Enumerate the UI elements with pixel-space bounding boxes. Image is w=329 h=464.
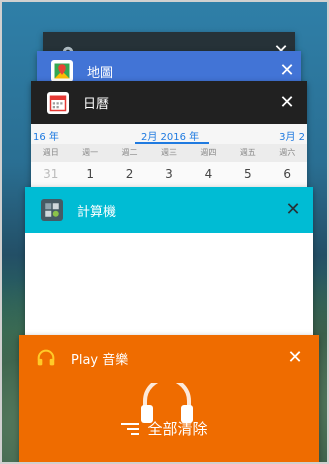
date-row: 31 1 2 3 4 5 6 [31,162,307,186]
month-strip: 16 年 2月 2016 年 3月 2 [31,124,307,144]
weekday-label: 週三 [160,148,177,157]
recent-card-calculator[interactable]: 計算機 ✕ [25,187,313,347]
recent-card-play-music[interactable]: Play 音樂 ✕ [19,335,319,464]
date-cell: 4 [204,167,213,181]
clear-all-label: 全部清除 [147,420,208,438]
weekday-label: 週一 [82,148,99,157]
weekday-row: 週日 週一 週二 週三 週四 週五 週六 [31,144,307,162]
close-icon[interactable]: ✕ [279,196,307,224]
weekday-label: 週五 [239,148,256,157]
card-title: 地圖 [87,65,114,81]
date-cell: 2 [125,167,134,181]
card-title: 計算機 [77,204,117,220]
recent-card-calendar[interactable]: 日曆 ✕ 16 年 2月 2016 年 3月 2 週日 週一 週二 週三 週四 … [31,81,307,199]
date-cell: 6 [283,167,292,181]
date-cell: 3 [165,167,173,181]
next-month-label: 3月 2 [279,132,305,143]
weekday-label: 週六 [279,148,296,157]
card-header: Play 音樂 ✕ [19,335,319,381]
card-title: 日曆 [83,97,110,112]
close-icon[interactable]: ✕ [273,89,301,117]
clear-all-icon [121,420,140,438]
weekday-label: 週二 [121,148,138,157]
card-header: 日曆 ✕ [31,81,307,124]
card-title: Play 音樂 [71,352,129,368]
calculator-icon [41,199,63,221]
headphones-icon [35,347,57,369]
date-cell: 5 [244,167,252,181]
date-cell: 1 [86,167,94,181]
prev-month-label: 16 年 [33,132,59,143]
date-cell: 31 [43,167,59,181]
recent-apps-screen: ✕ 地圖 ✕ [0,0,329,464]
current-month-label: 2月 2016 年 [141,132,200,143]
maps-icon [51,60,73,82]
close-icon[interactable]: ✕ [281,344,309,372]
weekday-label: 週日 [42,148,59,157]
card-header: 計算機 ✕ [25,187,313,233]
weekday-label: 週四 [200,148,217,157]
calendar-icon [47,91,69,114]
clear-all-button[interactable]: 全部清除 [0,418,329,439]
